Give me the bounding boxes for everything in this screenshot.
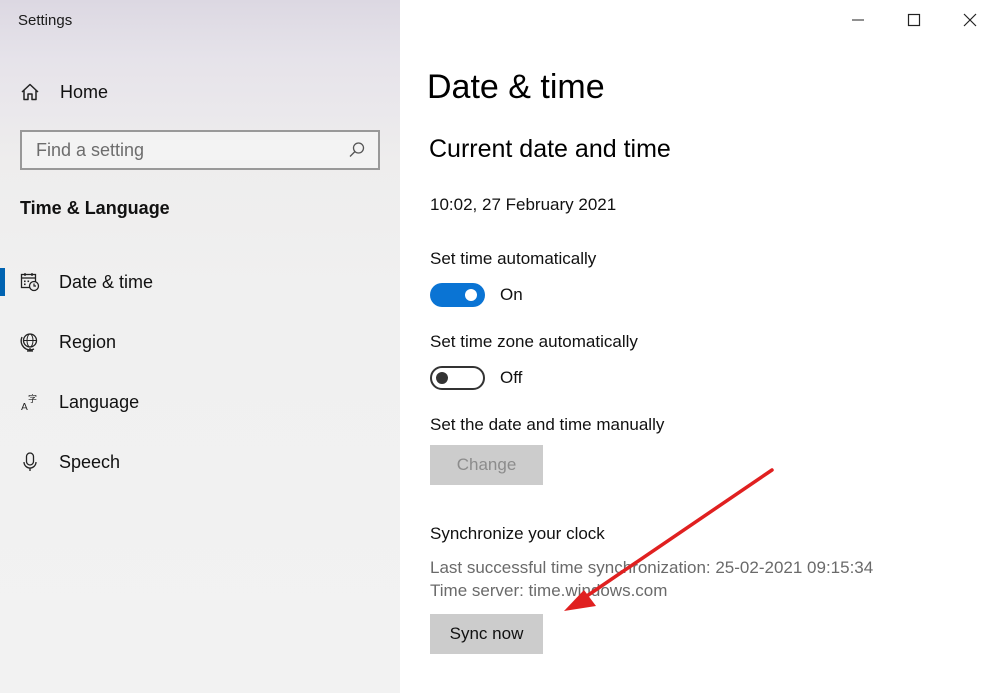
home-icon	[21, 83, 39, 101]
change-button[interactable]: Change	[430, 445, 543, 485]
manual-label: Set the date and time manually	[430, 415, 665, 434]
close-button[interactable]	[947, 5, 993, 35]
nav-home[interactable]: Home	[20, 80, 108, 104]
toggle-knob	[465, 289, 477, 301]
maximize-icon	[907, 13, 921, 27]
search-icon[interactable]	[348, 141, 366, 159]
app-title: Settings	[18, 12, 73, 29]
toggle-switch-off[interactable]	[430, 366, 485, 390]
sidebar-item-language[interactable]: A 字 Language	[0, 382, 400, 422]
close-icon	[963, 13, 977, 27]
time-server-text: Time server: time.windows.com	[430, 581, 668, 600]
set-time-auto-label: Set time automatically	[430, 249, 597, 268]
toggle-knob	[436, 372, 448, 384]
sidebar-item-label: Speech	[59, 451, 121, 472]
sync-now-button[interactable]: Sync now	[430, 614, 543, 654]
language-icon: A 字	[21, 393, 37, 412]
maximize-button[interactable]	[891, 5, 937, 35]
sidebar-item-speech[interactable]: Speech	[0, 442, 400, 482]
current-datetime: 10:02, 27 February 2021	[430, 195, 617, 214]
main-content: Date & time Current date and time 10:02,…	[400, 0, 997, 693]
last-sync-text: Last successful time synchronization: 25…	[430, 558, 874, 577]
sidebar-item-label: Date & time	[59, 271, 154, 292]
section-title: Time & Language	[20, 198, 170, 218]
page-title: Date & time	[427, 68, 605, 106]
sidebar-item-label: Language	[59, 391, 140, 412]
search-input[interactable]	[36, 139, 348, 161]
set-timezone-auto-label: Set time zone automatically	[430, 332, 638, 351]
selected-indicator	[0, 268, 5, 296]
sidebar-item-region[interactable]: Region	[0, 322, 400, 362]
calendar-clock-icon	[20, 273, 40, 292]
sidebar-item-label: Region	[59, 331, 117, 352]
sync-title: Synchronize your clock	[430, 524, 605, 543]
set-timezone-auto-toggle[interactable]: Off	[430, 365, 522, 391]
sidebar-item-date-time[interactable]: Date & time	[0, 262, 400, 302]
section-heading-current: Current date and time	[429, 135, 671, 163]
nav-home-label: Home	[60, 81, 109, 102]
minimize-icon	[852, 19, 864, 21]
microphone-icon	[23, 452, 37, 471]
search-box[interactable]	[20, 130, 380, 170]
toggle-switch-on[interactable]	[430, 283, 485, 307]
minimize-button[interactable]	[835, 5, 881, 35]
set-time-auto-toggle[interactable]: On	[430, 282, 523, 308]
toggle-state: Off	[500, 368, 523, 387]
svg-text:A: A	[21, 402, 28, 412]
globe-icon	[20, 333, 38, 352]
sidebar: Settings Home Time & Language Date & tim…	[0, 0, 400, 693]
toggle-state: On	[500, 285, 523, 304]
svg-text:字: 字	[28, 393, 37, 405]
